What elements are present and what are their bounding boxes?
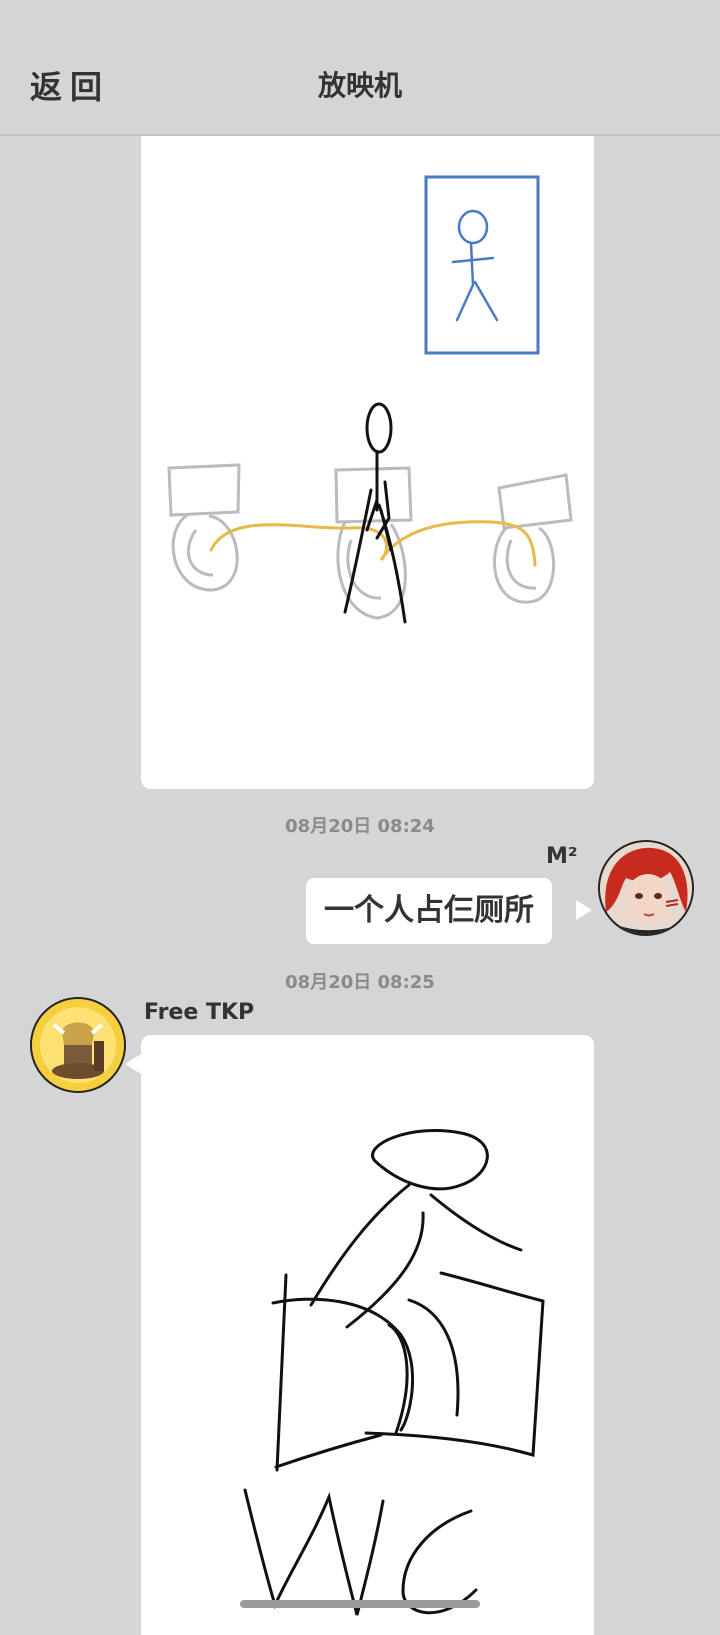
avatar-warrior-icon — [32, 999, 124, 1091]
sketch-image-1 — [167, 175, 573, 624]
sketch-image-2 — [243, 1128, 545, 1616]
page-title: 放映机 — [317, 69, 402, 102]
bubble-tail — [576, 900, 592, 920]
user-avatar[interactable] — [598, 840, 694, 936]
sender-name: M² — [546, 844, 578, 869]
avatar-girl-icon — [600, 842, 692, 934]
timestamp: 08月20日 08:25 — [285, 972, 435, 993]
drawing-card-2[interactable] — [141, 1035, 594, 1635]
sender-avatar[interactable] — [30, 997, 126, 1093]
bubble-tail — [125, 1054, 141, 1074]
message-bubble[interactable]: 一个人占仨厕所 — [306, 878, 552, 944]
top-bar: 返回 放映机 — [0, 0, 720, 136]
drawing-card-1[interactable] — [141, 110, 594, 789]
home-indicator — [240, 1600, 480, 1608]
sender-name: Free TKP — [144, 1000, 255, 1025]
timestamp: 08月20日 08:24 — [285, 816, 435, 837]
